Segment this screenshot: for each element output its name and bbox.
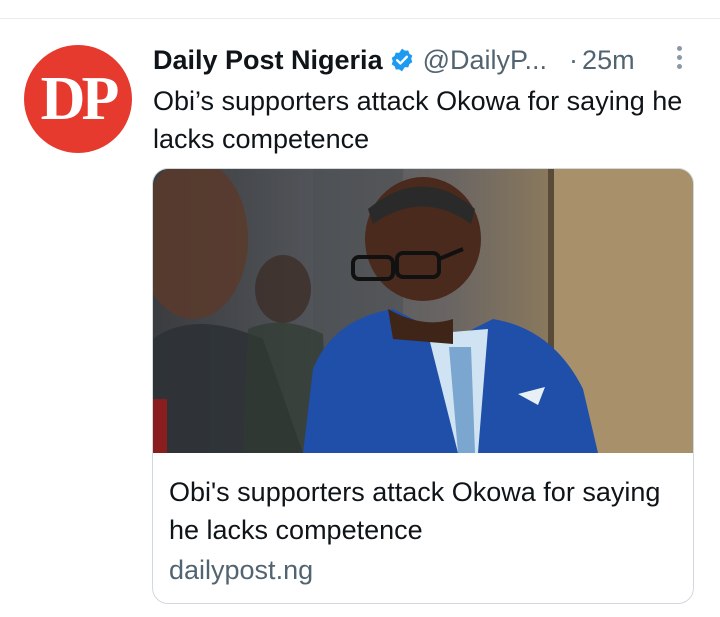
more-vertical-icon[interactable]: [667, 41, 691, 73]
avatar-logo-text: DP: [40, 65, 120, 133]
tweet-text: Obi’s supporters attack Okowa for saying…: [153, 86, 683, 154]
timestamp[interactable]: 25m: [582, 45, 635, 76]
avatar[interactable]: DP: [24, 45, 132, 153]
top-divider: [0, 18, 720, 19]
author-name[interactable]: Daily Post Nigeria: [153, 45, 383, 76]
separator-dot: ·: [569, 44, 579, 75]
link-card[interactable]: Obi's supporters attack Okowa for saying…: [152, 168, 694, 604]
card-title: Obi's supporters attack Okowa for saying…: [169, 477, 661, 545]
tweet-header: Daily Post Nigeria @DailyP... · 25m: [153, 40, 713, 80]
verified-badge-icon: [389, 47, 415, 73]
author-handle[interactable]: @DailyP...: [423, 45, 547, 76]
card-image: [153, 169, 693, 453]
card-domain[interactable]: dailypost.ng: [169, 555, 313, 586]
